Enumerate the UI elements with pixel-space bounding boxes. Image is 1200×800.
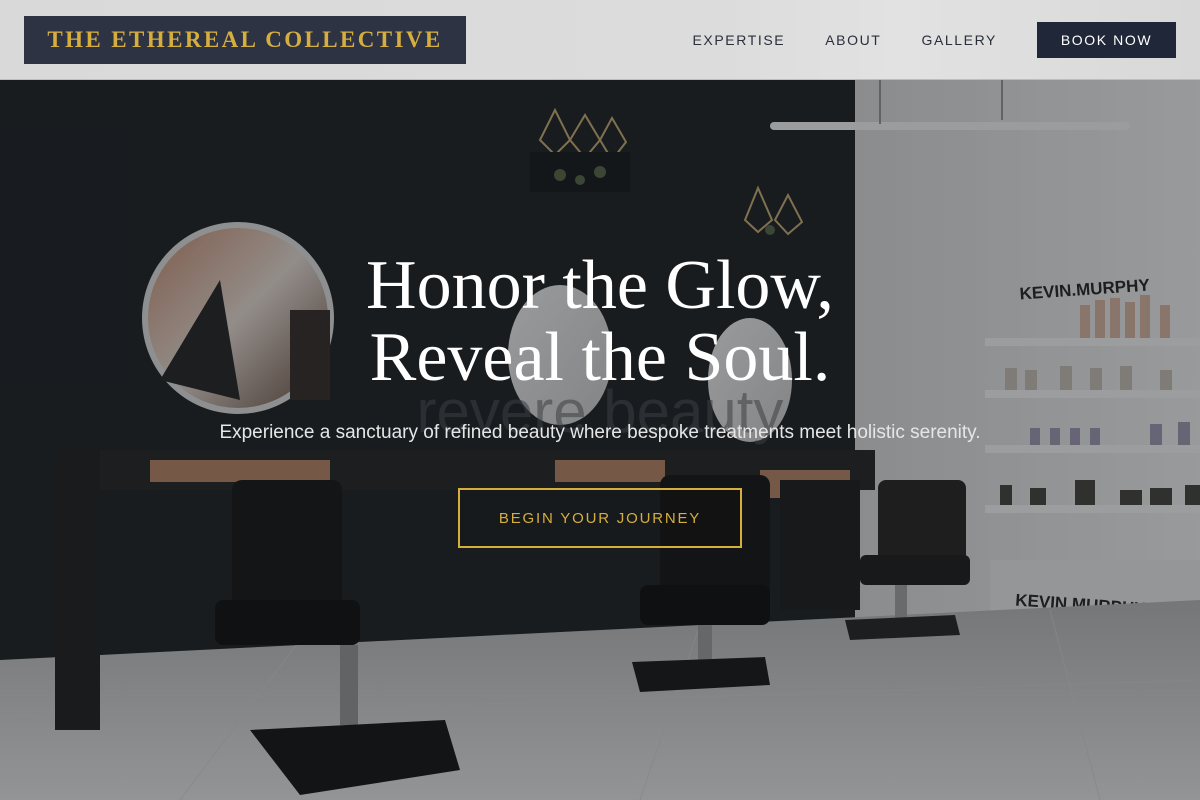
book-now-button[interactable]: BOOK NOW bbox=[1037, 22, 1176, 58]
hero-subtitle: Experience a sanctuary of refined beauty… bbox=[219, 422, 981, 443]
page: THE ETHEREAL COLLECTIVE EXPERTISE ABOUT … bbox=[0, 0, 1200, 800]
hero-section: revere beauty KEVIN.MURPHY KEVIN.MURPHY … bbox=[0, 80, 1200, 800]
hero-headline: Honor the Glow, Reveal the Soul. bbox=[0, 250, 1200, 394]
hero-headline-line-1: Honor the Glow, bbox=[366, 247, 834, 324]
brand-logo[interactable]: THE ETHEREAL COLLECTIVE bbox=[24, 16, 466, 64]
nav-link-expertise[interactable]: EXPERTISE bbox=[692, 32, 785, 48]
nav-link-gallery[interactable]: GALLERY bbox=[921, 32, 997, 48]
nav-link-about[interactable]: ABOUT bbox=[825, 32, 881, 48]
hero-headline-line-2: Reveal the Soul. bbox=[369, 319, 831, 396]
begin-journey-button[interactable]: BEGIN YOUR JOURNEY bbox=[458, 488, 742, 548]
site-header: THE ETHEREAL COLLECTIVE EXPERTISE ABOUT … bbox=[0, 0, 1200, 80]
main-nav: EXPERTISE ABOUT GALLERY BOOK NOW bbox=[692, 22, 1176, 58]
